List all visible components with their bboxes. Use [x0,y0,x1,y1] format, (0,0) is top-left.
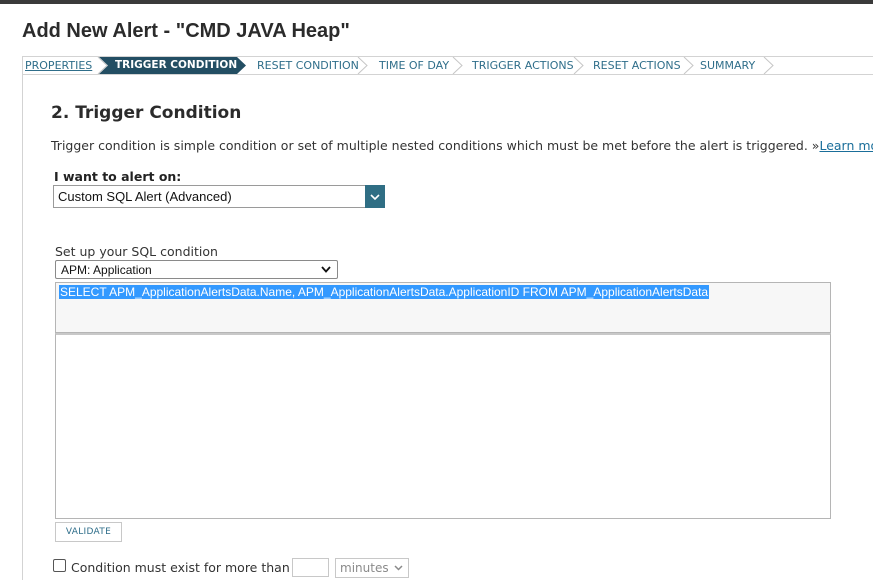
top-border [0,0,873,4]
condition-duration-checkbox[interactable] [53,559,66,572]
sql-query-text: SELECT APM_ApplicationAlertsData.Name, A… [59,285,710,299]
wizard-step-time-of-day[interactable]: TIME OF DAY [379,57,449,74]
wizard-step-summary[interactable]: SUMMARY [700,57,755,74]
sql-condition-textarea[interactable] [55,333,831,519]
section-title: 2. Trigger Condition [51,103,242,123]
condition-duration-label: Condition must exist for more than [71,560,290,575]
sql-table-value: APM: Application [61,263,152,277]
duration-unit-value: minutes [340,561,389,575]
chevron-right-icon [573,57,584,74]
wizard-step-trigger-actions[interactable]: TRIGGER ACTIONS [472,57,574,74]
alert-type-select[interactable]: Custom SQL Alert (Advanced) [53,185,385,208]
alert-on-label: I want to alert on: [54,169,182,184]
chevron-right-icon [452,57,463,74]
chevron-right-icon [683,57,694,74]
section-description: Trigger condition is simple condition or… [51,138,873,153]
duration-value-input[interactable] [292,558,329,577]
validate-button[interactable]: VALIDATE [55,522,122,542]
wizard-step-properties[interactable]: PROPERTIES [25,57,92,74]
wizard-steps: PROPERTIES TRIGGER CONDITION RESET CONDI… [22,56,873,75]
chevron-down-icon [394,565,403,571]
wizard-step-trigger-condition[interactable]: TRIGGER CONDITION [99,57,246,74]
wizard-step-reset-condition[interactable]: RESET CONDITION [257,57,359,74]
alert-type-dropdown-button[interactable] [365,185,385,208]
duration-unit-select[interactable]: minutes [335,558,409,578]
learn-more-link[interactable]: Learn more [819,138,873,153]
sql-query-textarea[interactable]: SELECT APM_ApplicationAlertsData.Name, A… [55,282,831,333]
sql-condition-label: Set up your SQL condition [55,244,218,259]
chevron-down-icon [370,193,380,200]
alert-type-value: Custom SQL Alert (Advanced) [58,189,232,204]
sql-table-select[interactable]: APM: Application [55,260,338,279]
description-text: Trigger condition is simple condition or… [51,138,820,153]
chevron-down-icon [321,266,331,273]
chevron-right-icon [763,57,774,74]
wizard-step-reset-actions[interactable]: RESET ACTIONS [593,57,681,74]
page-title: Add New Alert - "CMD JAVA Heap" [22,20,350,42]
chevron-right-icon [357,57,368,74]
